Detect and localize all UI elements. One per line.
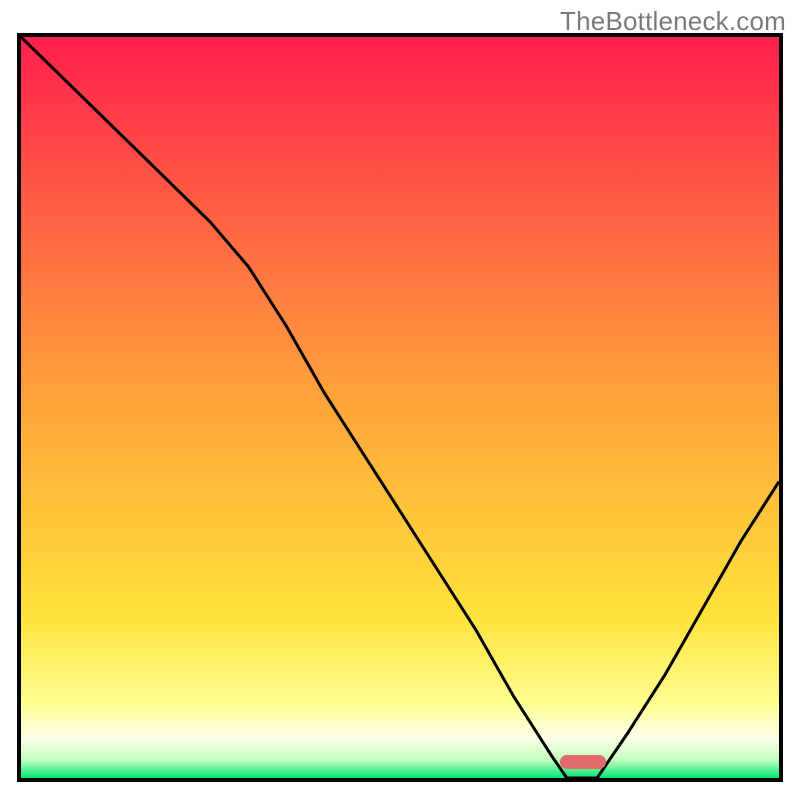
optimal-marker	[560, 755, 606, 769]
chart-svg	[21, 37, 779, 778]
chart-frame	[17, 33, 783, 782]
